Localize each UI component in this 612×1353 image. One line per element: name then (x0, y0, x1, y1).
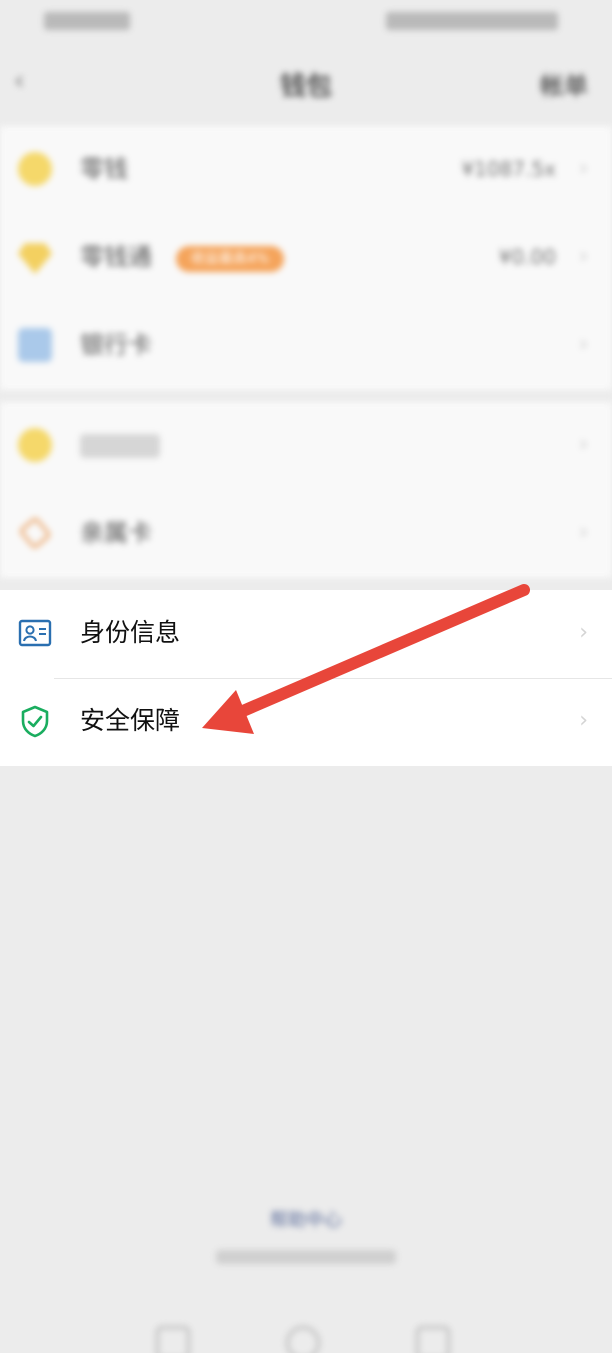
chevron-right-icon: › (579, 708, 588, 733)
card-group: › 亲属卡 › (0, 402, 612, 578)
nav-bar: ‹ 钱包 帐单 (0, 46, 612, 116)
coin-icon (18, 428, 52, 462)
list-item-family-card[interactable]: 亲属卡 › (0, 490, 612, 578)
wallet-group: 零钱 ¥1087.5x › 零钱通 收益最高4% ¥0.00 › 银行卡 › (0, 126, 612, 390)
security-group: 身份信息 › 安全保障 › (0, 590, 612, 766)
list-item-bank-card[interactable]: 银行卡 › (0, 302, 612, 390)
back-icon[interactable]: ‹ (14, 68, 24, 94)
chevron-right-icon: › (579, 244, 588, 269)
list-item-value: ¥0.00 (498, 245, 556, 269)
chevron-right-icon: › (579, 332, 588, 357)
promo-badge: 收益最高4% (176, 246, 284, 272)
battery-time-indicator (386, 12, 558, 30)
footer-note (216, 1250, 396, 1264)
family-card-icon (19, 517, 51, 549)
shield-check-icon (21, 705, 49, 738)
list-item-label: 亲属卡 (80, 519, 152, 547)
list-item-label: 安全保障 (80, 706, 181, 735)
list-item-security[interactable]: 安全保障 › (0, 678, 612, 766)
list-item-label: 身份信息 (80, 618, 181, 647)
chevron-right-icon: › (579, 156, 588, 181)
bank-card-icon (18, 328, 52, 362)
chevron-right-icon: › (579, 432, 588, 457)
help-center-link[interactable]: 帮助中心 (200, 1206, 412, 1232)
coin-icon (18, 152, 52, 186)
bill-button[interactable]: 帐单 (540, 66, 588, 101)
home-icon[interactable] (286, 1326, 320, 1353)
list-item-label: 零钱通 (80, 243, 152, 271)
back-nav-icon[interactable] (416, 1326, 450, 1353)
id-card-icon (18, 619, 52, 647)
list-item-label-placeholder (80, 434, 160, 458)
page-title: 钱包 (279, 72, 332, 102)
list-item-label: 银行卡 (80, 331, 152, 359)
gem-icon (18, 243, 52, 274)
signal-indicator (44, 12, 130, 30)
list-item-change[interactable]: 零钱 ¥1087.5x › (0, 126, 612, 214)
list-item-value: ¥1087.5x (461, 157, 556, 181)
nav-icon[interactable] (156, 1326, 190, 1353)
list-item-change-plus[interactable]: 零钱通 收益最高4% ¥0.00 › (0, 214, 612, 302)
chevron-right-icon: › (579, 620, 588, 645)
chevron-right-icon: › (579, 520, 588, 545)
status-bar (0, 0, 612, 46)
list-item-label: 零钱 (80, 155, 128, 183)
list-item-other[interactable]: › (0, 402, 612, 490)
list-item-identity-info[interactable]: 身份信息 › (0, 590, 612, 678)
